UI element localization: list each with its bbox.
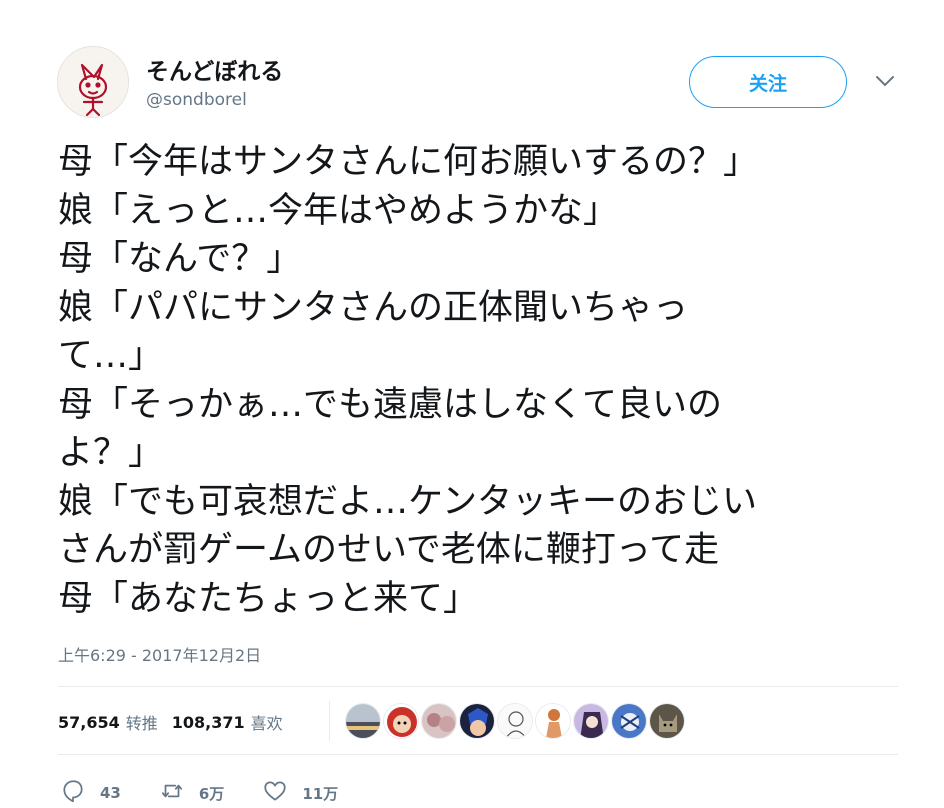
- tweet-line: 娘「パパにサンタさんの正体聞いちゃっ: [58, 287, 689, 328]
- reply-button[interactable]: 43: [60, 778, 121, 808]
- liker-avatar-orange-figure[interactable]: [535, 703, 571, 739]
- tweet-stats: 57,654 转推 108,371 喜欢: [58, 710, 283, 734]
- retweets-count[interactable]: 57,654: [58, 713, 120, 732]
- retweet-icon: [159, 778, 185, 808]
- reply-icon: [60, 778, 86, 808]
- like-count: 11万: [302, 784, 339, 803]
- liker-avatar-purple-anime[interactable]: [573, 703, 609, 739]
- retweets-label[interactable]: 转推: [126, 710, 158, 734]
- stats-separator: [329, 701, 330, 741]
- tweet-timestamp[interactable]: 上午6:29 - 2017年12月2日: [58, 642, 261, 666]
- tweet-line: 娘「でも可哀想だよ…ケンタッキーのおじい: [58, 481, 757, 522]
- tweet-text: 母「今年はサンタさんに何お願いするの？」 娘「えっと…今年はやめようかな」 母「…: [58, 138, 908, 623]
- liker-avatars: [345, 703, 687, 739]
- author-handle[interactable]: @sondborel: [146, 90, 247, 110]
- liker-avatar-blue-character[interactable]: [459, 703, 495, 739]
- likes-label[interactable]: 喜欢: [251, 710, 283, 734]
- divider: [58, 686, 898, 687]
- tweet-line: 母「今年はサンタさんに何お願いするの？」: [58, 142, 759, 182]
- tweet-line: 母「そっかぁ…でも遠慮はしなくて良いの: [58, 384, 722, 425]
- fox-drawing-avatar-icon: [58, 47, 128, 117]
- divider: [58, 754, 898, 755]
- retweet-button[interactable]: 6万: [159, 778, 224, 808]
- author-display-name[interactable]: そんどぼれる: [146, 52, 283, 86]
- heart-icon: [262, 778, 288, 808]
- follow-button[interactable]: 关注: [689, 56, 847, 108]
- tweet-line: 母「なんで？」: [58, 239, 302, 279]
- liker-avatar-sketch[interactable]: [497, 703, 533, 739]
- reply-count: 43: [100, 784, 121, 802]
- liker-avatar-cat[interactable]: [649, 703, 685, 739]
- tweet-line: よ？」: [58, 433, 164, 473]
- tweet-line: 娘「えっと…今年はやめようかな」: [58, 190, 619, 231]
- tweet-actions: 43 6万 11万: [60, 778, 376, 808]
- liker-avatar-red-character[interactable]: [383, 703, 419, 739]
- chevron-down-icon[interactable]: [872, 70, 898, 92]
- tweet-line: て…」: [58, 336, 164, 376]
- liker-avatar-blue-white[interactable]: [611, 703, 647, 739]
- liker-avatar-landscape[interactable]: [345, 703, 381, 739]
- retweet-count: 6万: [198, 784, 225, 803]
- liker-avatar-pink-blur[interactable]: [421, 703, 457, 739]
- like-button[interactable]: 11万: [262, 778, 338, 808]
- tweet-line: 母「あなたちょっと来て」: [58, 578, 479, 619]
- author-avatar[interactable]: [57, 46, 129, 118]
- tweet-line: さんが罰ゲームのせいで老体に鞭打って走: [58, 530, 720, 570]
- likes-count[interactable]: 108,371: [172, 713, 245, 732]
